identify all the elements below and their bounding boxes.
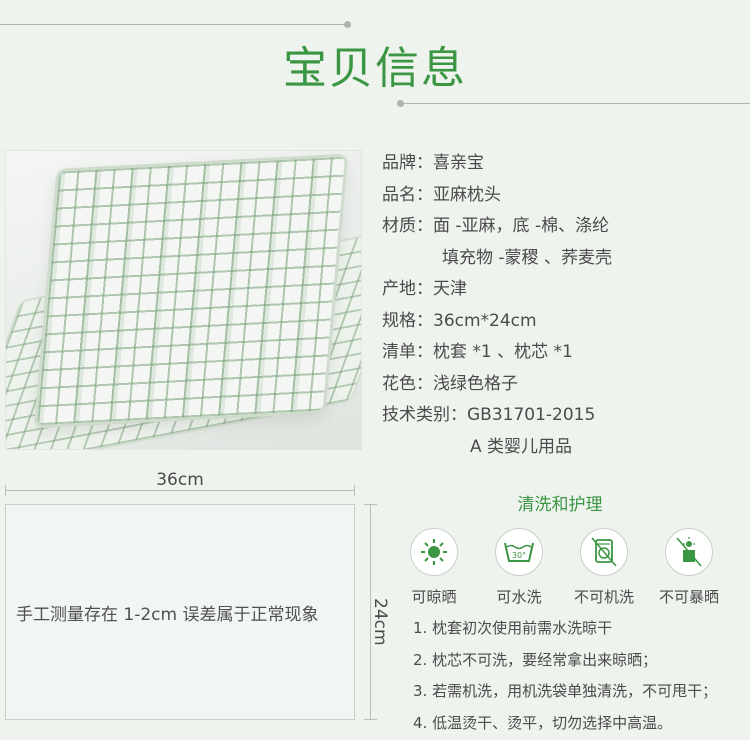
page-title: 宝贝信息 — [283, 43, 467, 94]
no-machine-wash-icon — [580, 528, 628, 576]
info-contents: 清单：枕套 *1 、枕芯 *1 — [382, 342, 573, 362]
width-tick-right — [354, 485, 355, 496]
care-section-title: 清洗和护理 — [517, 495, 603, 515]
info-brand: 品牌：喜亲宝 — [382, 153, 484, 173]
care-label-sun-drying: 可晾晒 — [411, 588, 457, 606]
wash-temperature-text: 30° — [512, 551, 526, 560]
info-size: 规格：36cm*24cm — [382, 310, 537, 331]
pillow-top-illustration — [33, 153, 349, 429]
no-sun-exposure-icon — [665, 528, 713, 576]
size-outline-box: 手工测量存在 1-2cm 误差属于正常现象 — [5, 504, 355, 720]
width-dimension-label: 36cm — [156, 470, 204, 490]
care-label-hand-wash: 可水洗 — [496, 588, 542, 606]
care-label-no-sun-exposure: 不可暴晒 — [658, 588, 719, 606]
care-instruction-3: 3. 若需机洗，用机洗袋单独清洗，不可甩干； — [413, 682, 718, 700]
info-filling: 填充物 -蒙稷 、荞麦壳 — [442, 247, 612, 268]
height-dimension-label: 24cm — [370, 598, 390, 646]
product-info-list: 品牌：喜亲宝 品名：亚麻枕头 材质：面 -亚麻，底 -棉、涤纶 填充物 -蒙稷 … — [382, 148, 742, 463]
care-instruction-4: 4. 低温烫干、烫平，切勿选择中高温。 — [413, 713, 673, 732]
info-name: 品名：亚麻枕头 — [382, 184, 501, 205]
care-label-no-machine-wash: 不可机洗 — [573, 588, 634, 606]
care-instruction-1: 1. 枕套初次使用前需水洗晾干 — [413, 619, 613, 637]
care-instructions: 1. 枕套初次使用前需水洗晾干 2. 枕芯不可洗，要经常拿出来晾晒； 3. 若需… — [413, 616, 743, 740]
info-category: A 类婴儿用品 — [470, 436, 573, 457]
height-tick-bottom — [364, 719, 377, 720]
info-material: 材质：面 -亚麻，底 -棉、涤纶 — [382, 216, 610, 236]
info-standard: 技术类别：GB31701-2015 — [382, 405, 596, 425]
height-tick-top — [364, 504, 377, 505]
product-photo — [5, 150, 362, 450]
care-instruction-2: 2. 枕芯不可洗，要经常拿出来晾晒； — [413, 650, 658, 669]
measurement-note: 手工测量存在 1-2cm 误差属于正常现象 — [16, 604, 319, 625]
hand-wash-30-icon: 30° — [495, 528, 543, 576]
sun-drying-icon — [410, 528, 458, 576]
title-divider-top — [0, 24, 345, 25]
title-divider-top-dot — [344, 21, 351, 28]
info-origin: 产地：天津 — [382, 279, 467, 299]
title-divider-bottom — [400, 103, 750, 104]
width-tick-left — [5, 485, 6, 496]
info-pattern: 花色：浅绿色格子 — [382, 373, 518, 394]
width-dimension-line — [5, 490, 355, 491]
